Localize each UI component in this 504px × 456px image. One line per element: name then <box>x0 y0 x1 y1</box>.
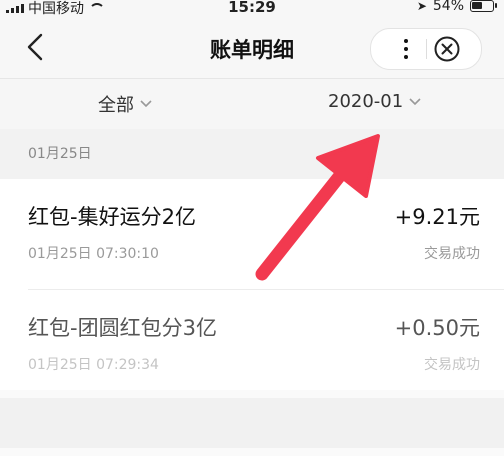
transaction-status: 交易成功 <box>424 357 480 373</box>
chevron-down-icon <box>140 100 152 108</box>
date-group-header: 01月25日 <box>0 129 504 179</box>
transaction-status: 交易成功 <box>424 246 480 262</box>
transaction-time: 01月25日 07:30:10 <box>28 246 159 262</box>
transaction-time: 01月25日 07:29:34 <box>28 357 159 373</box>
status-bar: 中国移动 15:29 ➤ 54% <box>0 0 504 18</box>
date-group-header-faded <box>0 398 504 448</box>
status-right: ➤ 54% <box>416 0 497 14</box>
category-filter[interactable]: 全部 <box>98 91 152 117</box>
transaction-amount: +9.21元 <box>394 205 480 229</box>
chevron-down-icon <box>409 97 421 105</box>
nav-bar: 账单明细 <box>0 18 504 79</box>
transaction-title: 红包-集好运分2亿 <box>28 205 196 229</box>
filter-bar: 全部 2020-01 <box>0 79 504 129</box>
close-icon[interactable] <box>433 35 461 63</box>
battery-icon <box>470 0 497 12</box>
date-group-label: 01月25日 <box>28 146 92 162</box>
transaction-amount: +0.50元 <box>394 316 480 340</box>
battery-label: 54% <box>432 0 464 14</box>
location-icon: ➤ <box>416 0 427 13</box>
menu-capsule <box>370 28 482 70</box>
transaction-row[interactable]: 红包-集好运分2亿 01月25日 07:30:10 +9.21元 交易成功 <box>0 179 504 289</box>
category-filter-label: 全部 <box>98 95 134 116</box>
capsule-divider <box>426 39 427 59</box>
more-icon[interactable] <box>385 29 425 69</box>
transaction-row[interactable]: 红包-团圆红包分3亿 01月25日 07:29:34 +0.50元 交易成功 <box>0 290 504 400</box>
month-filter-label: 2020-01 <box>328 91 404 112</box>
transaction-title: 红包-团圆红包分3亿 <box>28 316 217 340</box>
month-filter[interactable]: 2020-01 <box>328 91 421 112</box>
